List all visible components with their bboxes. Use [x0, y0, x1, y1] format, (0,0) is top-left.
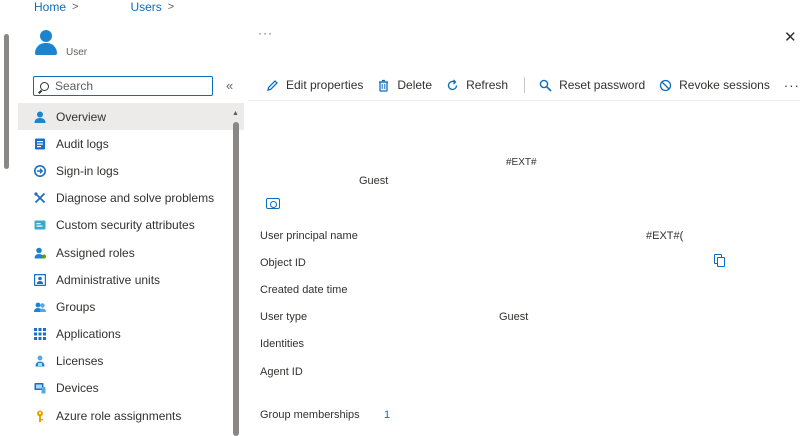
pencil-icon: [266, 79, 279, 92]
groups-icon: [34, 301, 46, 313]
sidebar-item-applications[interactable]: Applications: [18, 321, 244, 348]
sidebar-item-label: Azure role assignments: [56, 408, 182, 423]
prop-label-agent-id: Agent ID: [260, 366, 303, 378]
sidebar-item-diagnose[interactable]: Diagnose and solve problems: [18, 185, 244, 212]
trash-icon: [377, 79, 390, 92]
search-icon: [40, 81, 49, 91]
page-header: User: [34, 30, 88, 58]
sidebar-item-groups[interactable]: Groups: [18, 293, 244, 320]
prop-label-object-id: Object ID: [260, 257, 306, 269]
sign-in-logs-icon: [34, 164, 46, 177]
refresh-icon: [446, 79, 459, 92]
sidebar-item-sign-in-logs[interactable]: Sign-in logs: [18, 157, 244, 184]
key-icon: [34, 410, 46, 422]
toolbar-more-button[interactable]: ···: [784, 78, 800, 93]
edit-properties-button[interactable]: Edit properties: [266, 78, 363, 92]
profile-ext-tag: #EXT#: [506, 157, 537, 168]
profile-user-type: Guest: [359, 175, 389, 187]
chevron-right-icon: >: [167, 1, 175, 13]
chevron-right-icon: >: [72, 1, 79, 13]
sidebar-item-audit-logs[interactable]: Audit logs: [18, 130, 244, 157]
reset-password-label: Reset password: [559, 78, 646, 92]
close-icon[interactable]: ✕: [784, 28, 797, 46]
command-bar: Edit properties Delete Refresh Reset pas…: [266, 76, 800, 94]
copy-icon[interactable]: [714, 254, 726, 267]
sidebar-item-label: Applications: [56, 327, 121, 342]
diagnose-icon: [34, 192, 46, 204]
sidebar-item-administrative-units[interactable]: Administrative units: [18, 266, 244, 293]
user-icon: [34, 111, 46, 123]
outer-scrollbar[interactable]: [4, 34, 9, 169]
breadcrumb-users[interactable]: Users: [130, 0, 161, 14]
administrative-units-icon: [33, 273, 47, 286]
camera-icon[interactable]: [266, 198, 280, 209]
sidebar-item-label: Diagnose and solve problems: [56, 191, 215, 206]
devices-icon: [34, 382, 46, 394]
reset-password-button[interactable]: Reset password: [539, 78, 645, 92]
sidebar-item-assigned-roles[interactable]: Assigned roles: [18, 239, 244, 266]
page-subtitle: User: [66, 47, 88, 58]
sidebar-item-label: Groups: [56, 299, 96, 314]
breadcrumb: Home > Users >: [34, 0, 180, 14]
sidebar-item-overview[interactable]: Overview: [18, 103, 244, 131]
header-more-button[interactable]: ···: [258, 26, 273, 40]
sidebar-item-devices[interactable]: Devices: [18, 375, 244, 402]
sidebar-item-label: Custom security attributes: [56, 218, 195, 233]
user-avatar-icon: [34, 30, 58, 56]
prop-label-group-memberships: Group memberships: [260, 409, 360, 421]
sidebar-item-label: Assigned roles: [56, 245, 135, 260]
toolbar-divider: [524, 77, 526, 93]
licenses-icon: [34, 355, 46, 367]
scroll-up-arrow-icon[interactable]: ▲: [232, 110, 239, 117]
breadcrumb-home[interactable]: Home: [34, 0, 66, 14]
collapse-menu-button[interactable]: «: [226, 78, 233, 93]
assigned-roles-icon: [34, 247, 46, 259]
prop-value-user-principal-name: #EXT#(: [646, 230, 684, 242]
sidebar-scrollbar[interactable]: [233, 122, 239, 436]
magnifier-key-icon: [539, 79, 552, 92]
edit-properties-label: Edit properties: [286, 78, 364, 92]
sidebar-item-label: Audit logs: [56, 136, 109, 151]
refresh-button[interactable]: Refresh: [446, 78, 508, 92]
prop-label-user-type: User type: [260, 311, 308, 323]
refresh-label: Refresh: [466, 78, 509, 92]
delete-label: Delete: [397, 78, 433, 92]
toolbar-divider-line: [248, 100, 800, 101]
sidebar-item-label: Sign-in logs: [56, 163, 119, 178]
prop-value-user-type: Guest: [499, 311, 529, 323]
search-input[interactable]: [55, 79, 205, 93]
revoke-sessions-button[interactable]: Revoke sessions: [659, 78, 770, 92]
block-icon: [659, 79, 672, 92]
sidebar-item-custom-security-attributes[interactable]: Custom security attributes: [18, 212, 244, 239]
sidebar-item-azure-role-assignments[interactable]: Azure role assignments: [18, 402, 244, 429]
prop-label-identities: Identities: [260, 338, 305, 350]
prop-label-created-date-time: Created date time: [260, 284, 348, 296]
audit-logs-icon: [34, 138, 46, 150]
revoke-sessions-label: Revoke sessions: [679, 78, 770, 92]
sidebar-nav: Overview Audit logs Sign-in logs Diagnos…: [18, 103, 244, 429]
search-box[interactable]: [33, 76, 213, 96]
sidebar-item-label: Overview: [56, 109, 107, 124]
sidebar-item-label: Licenses: [56, 354, 104, 369]
group-memberships-link[interactable]: 1: [384, 409, 390, 421]
sidebar-item-label: Administrative units: [56, 272, 161, 287]
sidebar-item-licenses[interactable]: Licenses: [18, 348, 244, 375]
prop-label-user-principal-name: User principal name: [260, 230, 358, 242]
applications-icon: [34, 328, 46, 341]
sidebar-item-label: Devices: [56, 381, 99, 396]
delete-button[interactable]: Delete: [377, 78, 432, 92]
security-attributes-icon: [34, 219, 46, 231]
